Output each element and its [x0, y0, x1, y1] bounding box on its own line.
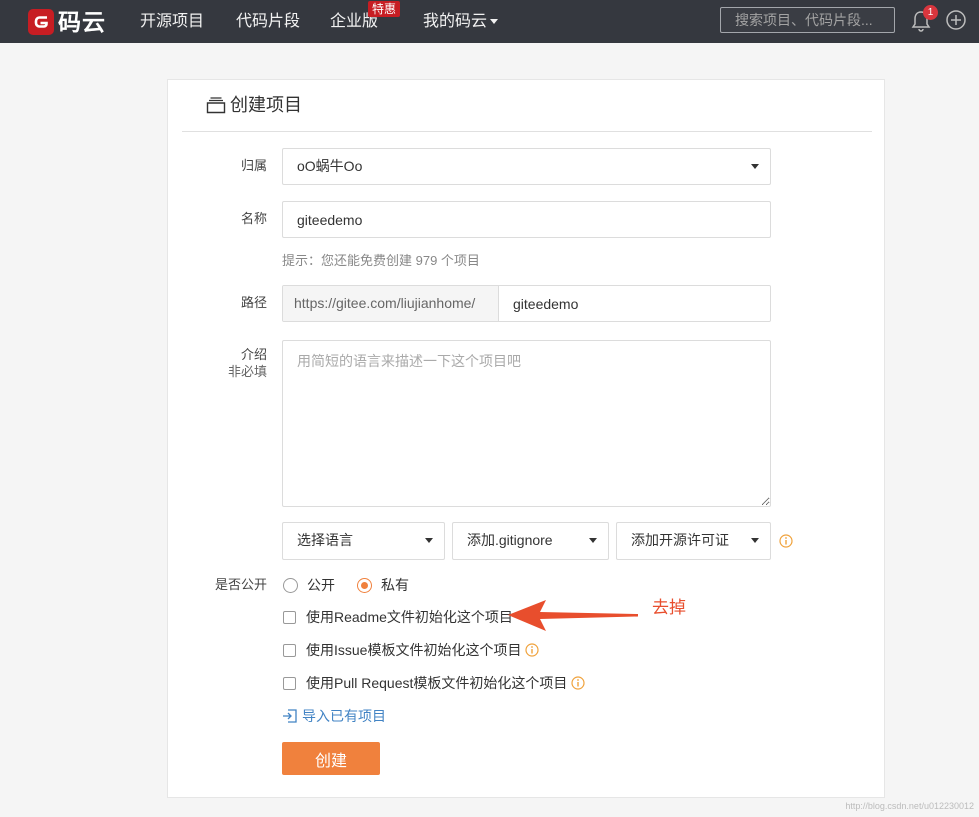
header-divider	[182, 131, 872, 132]
visibility-radio-group: 公开 私有	[282, 576, 409, 594]
annotation-text: 去掉	[652, 598, 686, 617]
caret-down-icon	[751, 164, 759, 169]
nav-item-snippets[interactable]: 代码片段	[236, 0, 300, 43]
private-radio[interactable]	[357, 577, 372, 593]
caret-down-icon	[751, 538, 759, 543]
owner-select-value: oO蜗牛Oo	[297, 158, 363, 174]
enterprise-promo-badge: 特惠	[368, 1, 400, 17]
info-circle-icon[interactable]	[525, 643, 540, 657]
top-nav: 码云 开源项目 代码片段 企业版 特惠 我的码云 1	[0, 0, 979, 43]
project-name-input[interactable]	[282, 201, 771, 238]
logo[interactable]: 码云	[28, 7, 106, 37]
quota-hint: 提示：您还能免费创建 979 个项目	[282, 253, 480, 268]
info-circle-icon[interactable]	[779, 534, 793, 548]
watermark: http://blog.csdn.net/u012230012	[845, 801, 974, 811]
pull-request-template-init-option: 使用Pull Request模板文件初始化这个项目	[282, 674, 585, 692]
path-label: 路径	[240, 295, 267, 310]
path-input-group: https://gitee.com/liujianhome/	[282, 285, 771, 322]
language-select-value: 选择语言	[297, 532, 353, 548]
logo-text: 码云	[58, 9, 106, 35]
nav-item-my-gitee-label: 我的码云	[423, 13, 488, 30]
gitee-logo-icon	[28, 9, 54, 35]
pull-request-template-checkbox[interactable]	[283, 676, 296, 690]
plus-circle-icon[interactable]	[946, 10, 966, 30]
issue-template-checkbox[interactable]	[283, 643, 296, 657]
issue-template-label[interactable]: 使用Issue模板文件初始化这个项目	[306, 641, 521, 659]
pull-request-template-label[interactable]: 使用Pull Request模板文件初始化这个项目	[306, 674, 567, 692]
description-textarea[interactable]	[282, 340, 771, 507]
caret-down-icon	[589, 538, 597, 543]
caret-down-icon	[490, 19, 499, 25]
owner-select[interactable]: oO蜗牛Oo	[282, 148, 771, 185]
issue-template-init-option: 使用Issue模板文件初始化这个项目	[282, 641, 540, 659]
create-project-card: 创建项目 归属 oO蜗牛Oo 名称 提示：您还能免费创建 979 个项目 路径 …	[167, 79, 885, 798]
public-radio[interactable]	[283, 577, 298, 593]
language-select[interactable]: 选择语言	[282, 522, 445, 560]
create-button[interactable]: 创建	[282, 742, 380, 775]
arrow-left-icon	[508, 600, 638, 631]
nav-item-open-source[interactable]: 开源项目	[140, 0, 204, 43]
owner-label: 归属	[240, 158, 267, 173]
public-radio-label[interactable]: 公开	[307, 576, 335, 594]
readme-init-label[interactable]: 使用Readme文件初始化这个项目	[306, 608, 513, 626]
import-project-label: 导入已有项目	[302, 708, 386, 724]
description-optional-label: 非必填	[227, 364, 267, 379]
sign-in-icon	[283, 709, 297, 723]
info-circle-icon[interactable]	[571, 676, 585, 690]
private-radio-label[interactable]: 私有	[381, 576, 409, 594]
project-box-icon	[206, 97, 226, 114]
license-select[interactable]: 添加开源许可证	[616, 522, 771, 560]
path-input[interactable]	[499, 286, 770, 321]
visibility-label: 是否公开	[214, 577, 267, 592]
search-input[interactable]	[720, 7, 895, 33]
import-project-link[interactable]: 导入已有项目	[282, 707, 386, 725]
name-label: 名称	[240, 211, 267, 226]
gitignore-select-value: 添加.gitignore	[467, 532, 553, 548]
description-label: 介绍	[240, 347, 267, 362]
page-title: 创建项目	[230, 95, 302, 115]
notification-count-badge: 1	[923, 5, 938, 20]
caret-down-icon	[425, 538, 433, 543]
license-select-value: 添加开源许可证	[631, 532, 729, 548]
readme-init-checkbox[interactable]	[283, 610, 296, 624]
gitignore-select[interactable]: 添加.gitignore	[452, 522, 609, 560]
path-prefix: https://gitee.com/liujianhome/	[283, 286, 499, 321]
nav-item-my-gitee[interactable]: 我的码云	[423, 0, 499, 43]
readme-init-option: 使用Readme文件初始化这个项目	[282, 608, 513, 626]
